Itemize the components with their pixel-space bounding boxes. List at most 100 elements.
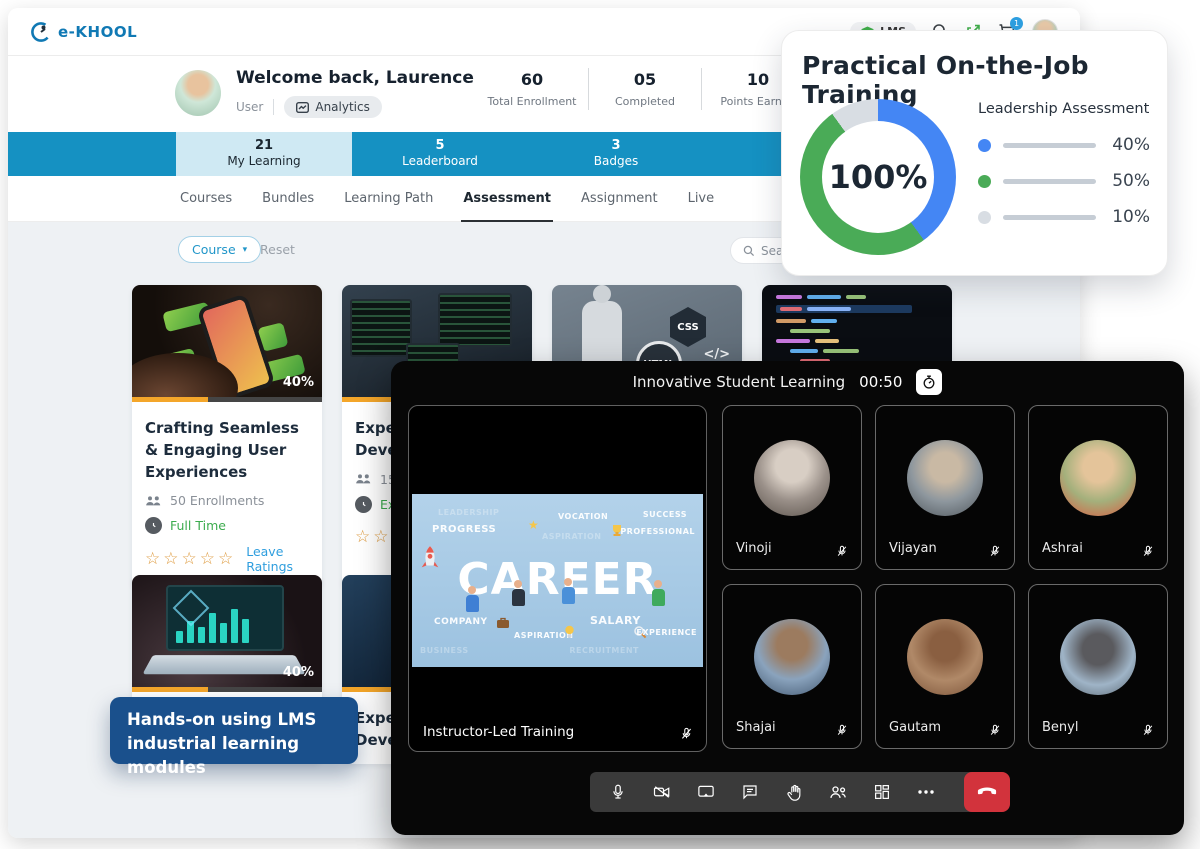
cart-count-badge: 1 bbox=[1010, 17, 1023, 30]
nav-tab-badges[interactable]: 3 Badges bbox=[528, 132, 704, 176]
meeting-toolbar bbox=[590, 772, 990, 812]
schedule-row: Full Time bbox=[145, 517, 309, 534]
chat-button[interactable] bbox=[740, 782, 760, 802]
screen-share-button[interactable] bbox=[696, 782, 716, 802]
participant-name: Shajai bbox=[736, 720, 776, 735]
participant-name: Vijayan bbox=[889, 541, 937, 556]
reset-filters-button[interactable]: Reset bbox=[260, 242, 295, 257]
mic-off-icon[interactable] bbox=[835, 723, 849, 737]
nav-tab-my-learning[interactable]: 21 My Learning bbox=[176, 132, 352, 176]
participant-avatar bbox=[1060, 619, 1136, 695]
legend-value: 50% bbox=[1108, 171, 1150, 191]
legend-line bbox=[1003, 179, 1096, 184]
clock-icon bbox=[355, 496, 372, 513]
legend-value: 40% bbox=[1108, 135, 1150, 155]
leave-ratings-link[interactable]: Leave Ratings bbox=[246, 544, 309, 574]
meeting-header: Innovative Student Learning 00:50 bbox=[391, 361, 1184, 403]
timer-button[interactable] bbox=[916, 369, 942, 395]
logo-text: e-KHOOL bbox=[58, 23, 137, 41]
divider bbox=[273, 99, 274, 115]
presenter-tile[interactable]: LEADERSHIP PROGRESS ★ VOCATION SUCCESS P… bbox=[408, 405, 707, 752]
promo-banner: Hands-on using LMS industrial learning m… bbox=[110, 697, 358, 764]
participant-tile[interactable]: Vijayan bbox=[875, 405, 1015, 570]
participant-avatar bbox=[907, 619, 983, 695]
course-title: Crafting Seamless & Engaging User Experi… bbox=[145, 418, 309, 483]
course-filter-dropdown[interactable]: Course ▾ bbox=[178, 236, 261, 263]
participants-button[interactable] bbox=[828, 782, 848, 802]
clock-icon bbox=[145, 517, 162, 534]
briefcase-icon bbox=[496, 617, 510, 629]
tab-learning-path[interactable]: Learning Path bbox=[344, 176, 433, 222]
participant-tile[interactable]: Vinoji bbox=[722, 405, 862, 570]
course-filter-label: Course bbox=[192, 242, 236, 257]
mic-off-icon[interactable] bbox=[988, 723, 1002, 737]
tab-bundles[interactable]: Bundles bbox=[262, 176, 314, 222]
mic-off-icon[interactable] bbox=[679, 726, 694, 741]
tab-courses[interactable]: Courses bbox=[180, 176, 232, 222]
star-rating[interactable]: ☆☆☆☆☆ bbox=[145, 551, 236, 568]
participants-grid: Vinoji Vijayan Ashrai Shajai Gautam bbox=[722, 405, 1168, 749]
enrollments-text: 50 Enrollments bbox=[170, 493, 264, 508]
participant-name: Gautam bbox=[889, 720, 941, 735]
participant-name: Vinoji bbox=[736, 541, 772, 556]
meeting-timer: 00:50 bbox=[859, 373, 902, 391]
lightbulb-icon bbox=[564, 625, 575, 639]
legend-dot-gray bbox=[978, 211, 991, 224]
chevron-down-icon: ▾ bbox=[243, 245, 248, 255]
stats-strip: 60 Total Enrollment 05 Completed 10 Poin… bbox=[476, 68, 814, 110]
donut-center-value: 100% bbox=[829, 158, 928, 196]
people-icon bbox=[355, 473, 372, 485]
presenter-name-label: Instructor-Led Training bbox=[423, 724, 574, 740]
stat-total-enrollment: 60 Total Enrollment bbox=[476, 70, 588, 108]
tab-assessment[interactable]: Assessment bbox=[463, 176, 551, 222]
figure-illustration bbox=[510, 580, 526, 616]
legend-row: 40% bbox=[978, 135, 1150, 155]
microphone-button[interactable] bbox=[608, 782, 628, 802]
search-icon bbox=[743, 245, 755, 257]
legend-line bbox=[1003, 143, 1096, 148]
career-slide-image: LEADERSHIP PROGRESS ★ VOCATION SUCCESS P… bbox=[412, 494, 703, 667]
participant-avatar bbox=[754, 440, 830, 516]
participant-tile[interactable]: Gautam bbox=[875, 584, 1015, 749]
camera-off-button[interactable] bbox=[652, 782, 672, 802]
meeting-title: Innovative Student Learning bbox=[633, 373, 846, 391]
screen: e-KHOOL LMS 1 bbox=[0, 0, 1200, 849]
banner-line2: industrial learning modules bbox=[127, 732, 341, 780]
figure-illustration bbox=[650, 580, 666, 616]
participant-avatar bbox=[907, 440, 983, 516]
mic-off-icon[interactable] bbox=[835, 544, 849, 558]
legend-line bbox=[1003, 215, 1096, 220]
enrollments-row: 50 Enrollments bbox=[145, 493, 309, 508]
chart-legend: Leadership Assessment 40% 50% 10% bbox=[978, 101, 1150, 243]
logo-icon bbox=[30, 21, 52, 43]
participant-avatar bbox=[1060, 440, 1136, 516]
course-card[interactable]: 40% Crafting Seamless & Engaging User Ex… bbox=[132, 285, 322, 588]
mic-off-icon[interactable] bbox=[988, 544, 1002, 558]
profile-avatar[interactable] bbox=[175, 70, 221, 116]
mic-off-icon[interactable] bbox=[1141, 723, 1155, 737]
raise-hand-button[interactable] bbox=[784, 782, 804, 802]
people-icon bbox=[145, 495, 162, 507]
assessment-stats-card: Practical On-the-Job Training 100% Leade… bbox=[781, 30, 1168, 276]
figure-illustration bbox=[560, 578, 576, 614]
role-label[interactable]: User bbox=[236, 100, 263, 114]
participant-tile[interactable]: Shajai bbox=[722, 584, 862, 749]
more-options-button[interactable] bbox=[916, 782, 936, 802]
nav-tab-leaderboard[interactable]: 5 Leaderboard bbox=[352, 132, 528, 176]
participant-tile[interactable]: Benyl bbox=[1028, 584, 1168, 749]
progress-badge: 40% bbox=[283, 375, 314, 390]
layout-grid-button[interactable] bbox=[872, 782, 892, 802]
participant-avatar bbox=[754, 619, 830, 695]
trophy-icon bbox=[610, 524, 624, 538]
legend-value: 10% bbox=[1108, 207, 1150, 227]
greeting-text: Welcome back, Laurence bbox=[236, 68, 474, 88]
participant-tile[interactable]: Ashrai bbox=[1028, 405, 1168, 570]
end-call-button[interactable] bbox=[964, 772, 1010, 812]
brand-logo[interactable]: e-KHOOL bbox=[30, 21, 137, 43]
analytics-toggle[interactable]: Analytics bbox=[284, 96, 382, 118]
tab-live[interactable]: Live bbox=[688, 176, 715, 222]
star-glyph: ★ bbox=[528, 518, 539, 532]
mic-off-icon[interactable] bbox=[1141, 544, 1155, 558]
tab-assignment[interactable]: Assignment bbox=[581, 176, 658, 222]
participant-name: Ashrai bbox=[1042, 541, 1083, 556]
